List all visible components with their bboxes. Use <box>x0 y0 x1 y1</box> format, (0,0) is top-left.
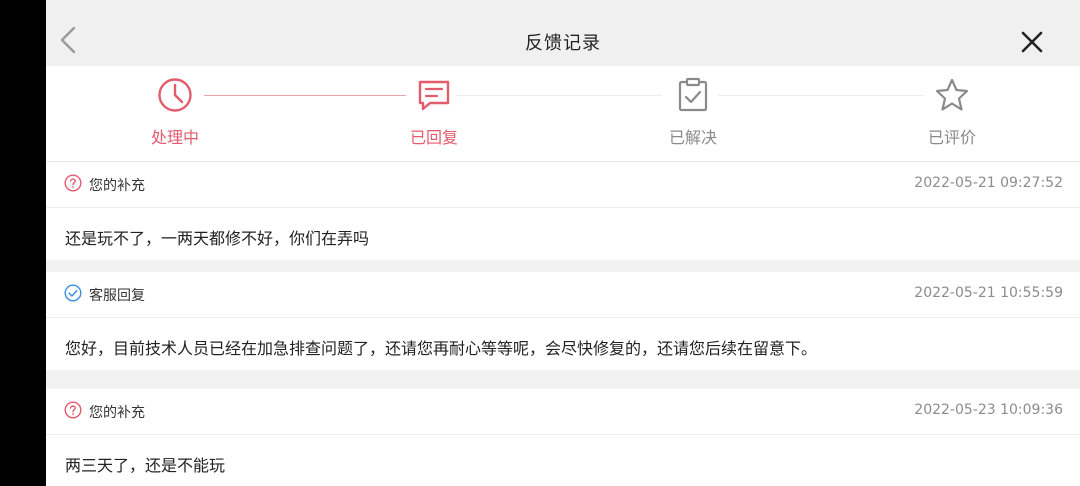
record-time: 2022-05-23 10:09:36 <box>914 402 1063 418</box>
record-header: 您的补充 2022-05-21 09:27:52 <box>46 162 1080 208</box>
feedback-record: 客服回复 2022-05-21 10:55:59 您好，目前技术人员已经在加急排… <box>46 272 1080 370</box>
close-icon[interactable] <box>1020 30 1044 54</box>
header: 反馈记录 <box>46 0 1080 66</box>
record-body: 两三天了，还是不能玩 <box>46 435 1080 486</box>
clock-icon <box>158 78 192 112</box>
clipboard-check-icon <box>678 77 708 112</box>
record-message: 还是玩不了，一两天都修不好，你们在弄吗 <box>65 229 370 248</box>
message-icon <box>418 80 450 111</box>
feedback-screen: 反馈记录 处理中 已回复 已解决 已评价 您的补充 2022-05-21 09:… <box>46 0 1080 486</box>
check-circle-icon <box>64 284 82 302</box>
page-title: 反馈记录 <box>525 33 601 54</box>
record-body: 还是玩不了，一两天都修不好，你们在弄吗 <box>46 208 1080 260</box>
question-circle-icon <box>64 174 82 192</box>
star-icon <box>935 78 969 111</box>
record-tag: 客服回复 <box>89 288 145 304</box>
step-processing: 处理中 <box>115 76 235 148</box>
record-body: 您好，目前技术人员已经在加急排查问题了，还请您再耐心等等呢，会尽快修复的，还请您… <box>46 318 1080 370</box>
record-header: 客服回复 2022-05-21 10:55:59 <box>46 272 1080 318</box>
record-message: 两三天了，还是不能玩 <box>65 456 226 475</box>
record-tag: 您的补充 <box>89 178 145 194</box>
record-time: 2022-05-21 10:55:59 <box>914 285 1063 301</box>
step-rated: 已评价 <box>892 76 1012 148</box>
record-message: 您好，目前技术人员已经在加急排查问题了，还请您再耐心等等呢，会尽快修复的，还请您… <box>65 339 818 358</box>
feedback-record: 您的补充 2022-05-21 09:27:52 还是玩不了，一两天都修不好，你… <box>46 162 1080 260</box>
record-header: 您的补充 2022-05-23 10:09:36 <box>46 389 1080 435</box>
progress-steps: 处理中 已回复 已解决 已评价 <box>46 66 1080 162</box>
record-time: 2022-05-21 09:27:52 <box>914 175 1063 191</box>
step-replied: 已回复 <box>374 76 494 148</box>
step-label: 已回复 <box>409 128 458 147</box>
step-resolved: 已解决 <box>633 76 753 148</box>
feedback-record: 您的补充 2022-05-23 10:09:36 两三天了，还是不能玩 <box>46 389 1080 486</box>
question-circle-icon <box>64 401 82 419</box>
record-tag: 您的补充 <box>89 405 145 421</box>
step-label: 已解决 <box>668 128 717 147</box>
step-label: 处理中 <box>150 128 199 147</box>
step-label: 已评价 <box>927 128 976 147</box>
